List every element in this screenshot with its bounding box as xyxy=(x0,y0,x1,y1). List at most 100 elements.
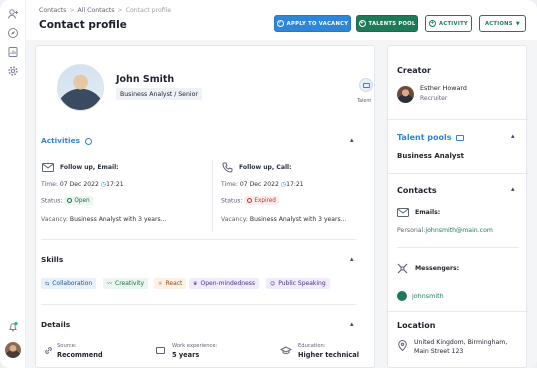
phone-icon xyxy=(222,162,233,173)
activity-time: Time: 07 Dec 2022 ◷17:21 xyxy=(41,181,124,188)
education-value: Higher technical xyxy=(298,351,360,359)
skill-chip: ⚛ React xyxy=(154,278,187,289)
messenger-icon xyxy=(397,263,408,274)
location-pin-icon xyxy=(398,340,407,351)
activity-vacancy[interactable]: Vacancy: Business Analyst with 3 years..… xyxy=(41,216,167,223)
clock-icon xyxy=(84,137,92,145)
activity-type: Follow up, Call: xyxy=(239,164,292,171)
emails-label: Emails: xyxy=(415,209,441,216)
details-title: Details xyxy=(41,320,71,329)
talent-pools-title[interactable]: Talent pools xyxy=(397,133,465,142)
profile-avatar xyxy=(57,64,104,111)
creator-role: Recruiter xyxy=(420,95,448,102)
creator-name[interactable]: Esther Howard xyxy=(420,84,467,92)
add-user-icon[interactable] xyxy=(7,8,19,20)
bell-icon[interactable] xyxy=(7,321,19,333)
profile-name: John Smith xyxy=(116,74,175,85)
whatsapp-icon xyxy=(397,291,407,301)
source-label: Source: xyxy=(57,343,77,349)
skill-chip: ⇆ Collaboration xyxy=(41,278,97,289)
compass-icon[interactable] xyxy=(7,27,19,39)
check-icon xyxy=(67,198,73,203)
check-circle-icon: ✓ xyxy=(276,20,284,27)
profile-role-badge: Business Analyst / Senior xyxy=(116,88,202,100)
actions-label: ACTIONS xyxy=(484,20,513,27)
breadcrumb-all-contacts[interactable]: All Contacts xyxy=(78,7,115,14)
talent-pools-collapse-caret[interactable]: ▴ xyxy=(511,132,515,140)
personal-email-link[interactable]: johnsmith@main.com xyxy=(425,227,493,234)
sidebar-divider xyxy=(388,173,528,174)
clock-icon xyxy=(247,198,253,203)
mail-icon xyxy=(42,163,54,172)
sidebar-divider xyxy=(388,119,528,120)
breadcrumb-contacts[interactable]: Contacts xyxy=(39,7,66,14)
talent-label: Talent xyxy=(357,99,372,104)
breadcrumb-current: Contact profile xyxy=(125,7,172,14)
activity-status: Status: Expired xyxy=(221,196,279,205)
gear-icon[interactable] xyxy=(7,65,19,77)
talents-pool-label: TALENTS POOL xyxy=(368,20,416,27)
page-header: Contacts > All Contacts > Contact profile Co… xyxy=(26,0,537,40)
chevron-down-icon: ▼ xyxy=(515,20,521,27)
graduation-cap-icon xyxy=(280,346,292,355)
activities-title[interactable]: Activities xyxy=(41,136,92,145)
apply-to-vacancy-label: APPLY TO VACANCY xyxy=(286,20,349,27)
location-line-1: United Kingdom, Birmingham, xyxy=(414,339,508,346)
creator-avatar xyxy=(397,86,414,103)
personal-email-label: Personal: xyxy=(397,227,426,234)
briefcase-icon xyxy=(156,347,165,354)
actions-dropdown-button[interactable]: ACTIONS ▼ xyxy=(479,15,526,32)
link-icon xyxy=(45,347,52,354)
plus-circle-icon: + xyxy=(429,20,437,27)
briefcase-icon[interactable] xyxy=(359,78,373,92)
user-avatar[interactable] xyxy=(5,342,21,358)
report-icon[interactable] xyxy=(7,46,19,58)
content-area: John Smith Business Analyst / Senior Tal… xyxy=(26,40,537,368)
app-window: Contacts > All Contacts > Contact profile Co… xyxy=(0,0,537,368)
contacts-title: Contacts xyxy=(397,186,437,195)
creator-title: Creator xyxy=(397,66,431,75)
experience-value: 5 years xyxy=(172,351,200,359)
talents-pool-button[interactable]: + TALENTS POOL xyxy=(356,15,418,32)
talent-pool-item[interactable]: Business Analyst xyxy=(397,152,464,160)
briefcase-icon xyxy=(456,134,465,141)
location-line-2: Main Street 123 xyxy=(414,348,464,355)
education-label: Education: xyxy=(298,343,326,349)
activities-collapse-caret[interactable]: ▴ xyxy=(350,136,354,144)
messenger-link[interactable]: johnsmith xyxy=(412,292,444,300)
profile-card: John Smith Business Analyst / Senior Tal… xyxy=(35,45,375,368)
skill-chip: 〰 Creativity xyxy=(103,278,149,289)
talent-pools-title-text: Talent pools xyxy=(397,133,452,142)
left-rail xyxy=(0,0,26,368)
location-title: Location xyxy=(397,321,436,330)
experience-label: Work experience: xyxy=(172,343,218,349)
activity-button[interactable]: + ACTIVITY xyxy=(425,15,472,32)
skill-chip: ☺ Public Speaking xyxy=(266,278,330,289)
skills-title: Skills xyxy=(41,255,64,264)
apply-to-vacancy-button[interactable]: ✓ APPLY TO VACANCY xyxy=(274,15,351,32)
activity-label: ACTIVITY xyxy=(439,20,468,27)
status-badge-expired: Expired xyxy=(244,196,279,205)
page-title: Contact profile xyxy=(39,19,127,31)
plus-circle-icon: + xyxy=(358,20,366,27)
skills-collapse-caret[interactable]: ▴ xyxy=(350,255,354,263)
activities-title-text: Activities xyxy=(41,136,80,145)
personal-email-row: Personal:johnsmith@main.com xyxy=(397,227,493,234)
source-value: Recommend xyxy=(57,351,103,359)
skill-chip: ♛ Open-mindedness xyxy=(189,278,260,289)
section-divider xyxy=(41,304,356,305)
details-collapse-caret[interactable]: ▴ xyxy=(350,320,354,328)
activity-divider xyxy=(212,160,213,232)
messengers-label: Messengers: xyxy=(415,265,460,272)
activity-vacancy[interactable]: Vacancy: Business Analyst with 3 years..… xyxy=(221,216,347,223)
activity-time: Time: 07 Dec 2022 ◷17:21 xyxy=(221,181,304,188)
breadcrumb: Contacts > All Contacts > Contact profile xyxy=(39,7,172,14)
activity-type: Follow up, Email: xyxy=(60,164,119,171)
sidebar-divider xyxy=(397,247,519,248)
section-divider xyxy=(41,239,356,240)
activity-status: Status: Open xyxy=(41,196,93,205)
sidebar-panel: Creator Esther Howard Recruiter Talent p… xyxy=(387,45,528,368)
contacts-collapse-caret[interactable]: ▴ xyxy=(511,185,515,193)
status-badge-open: Open xyxy=(64,196,93,205)
sidebar-divider xyxy=(388,311,528,312)
